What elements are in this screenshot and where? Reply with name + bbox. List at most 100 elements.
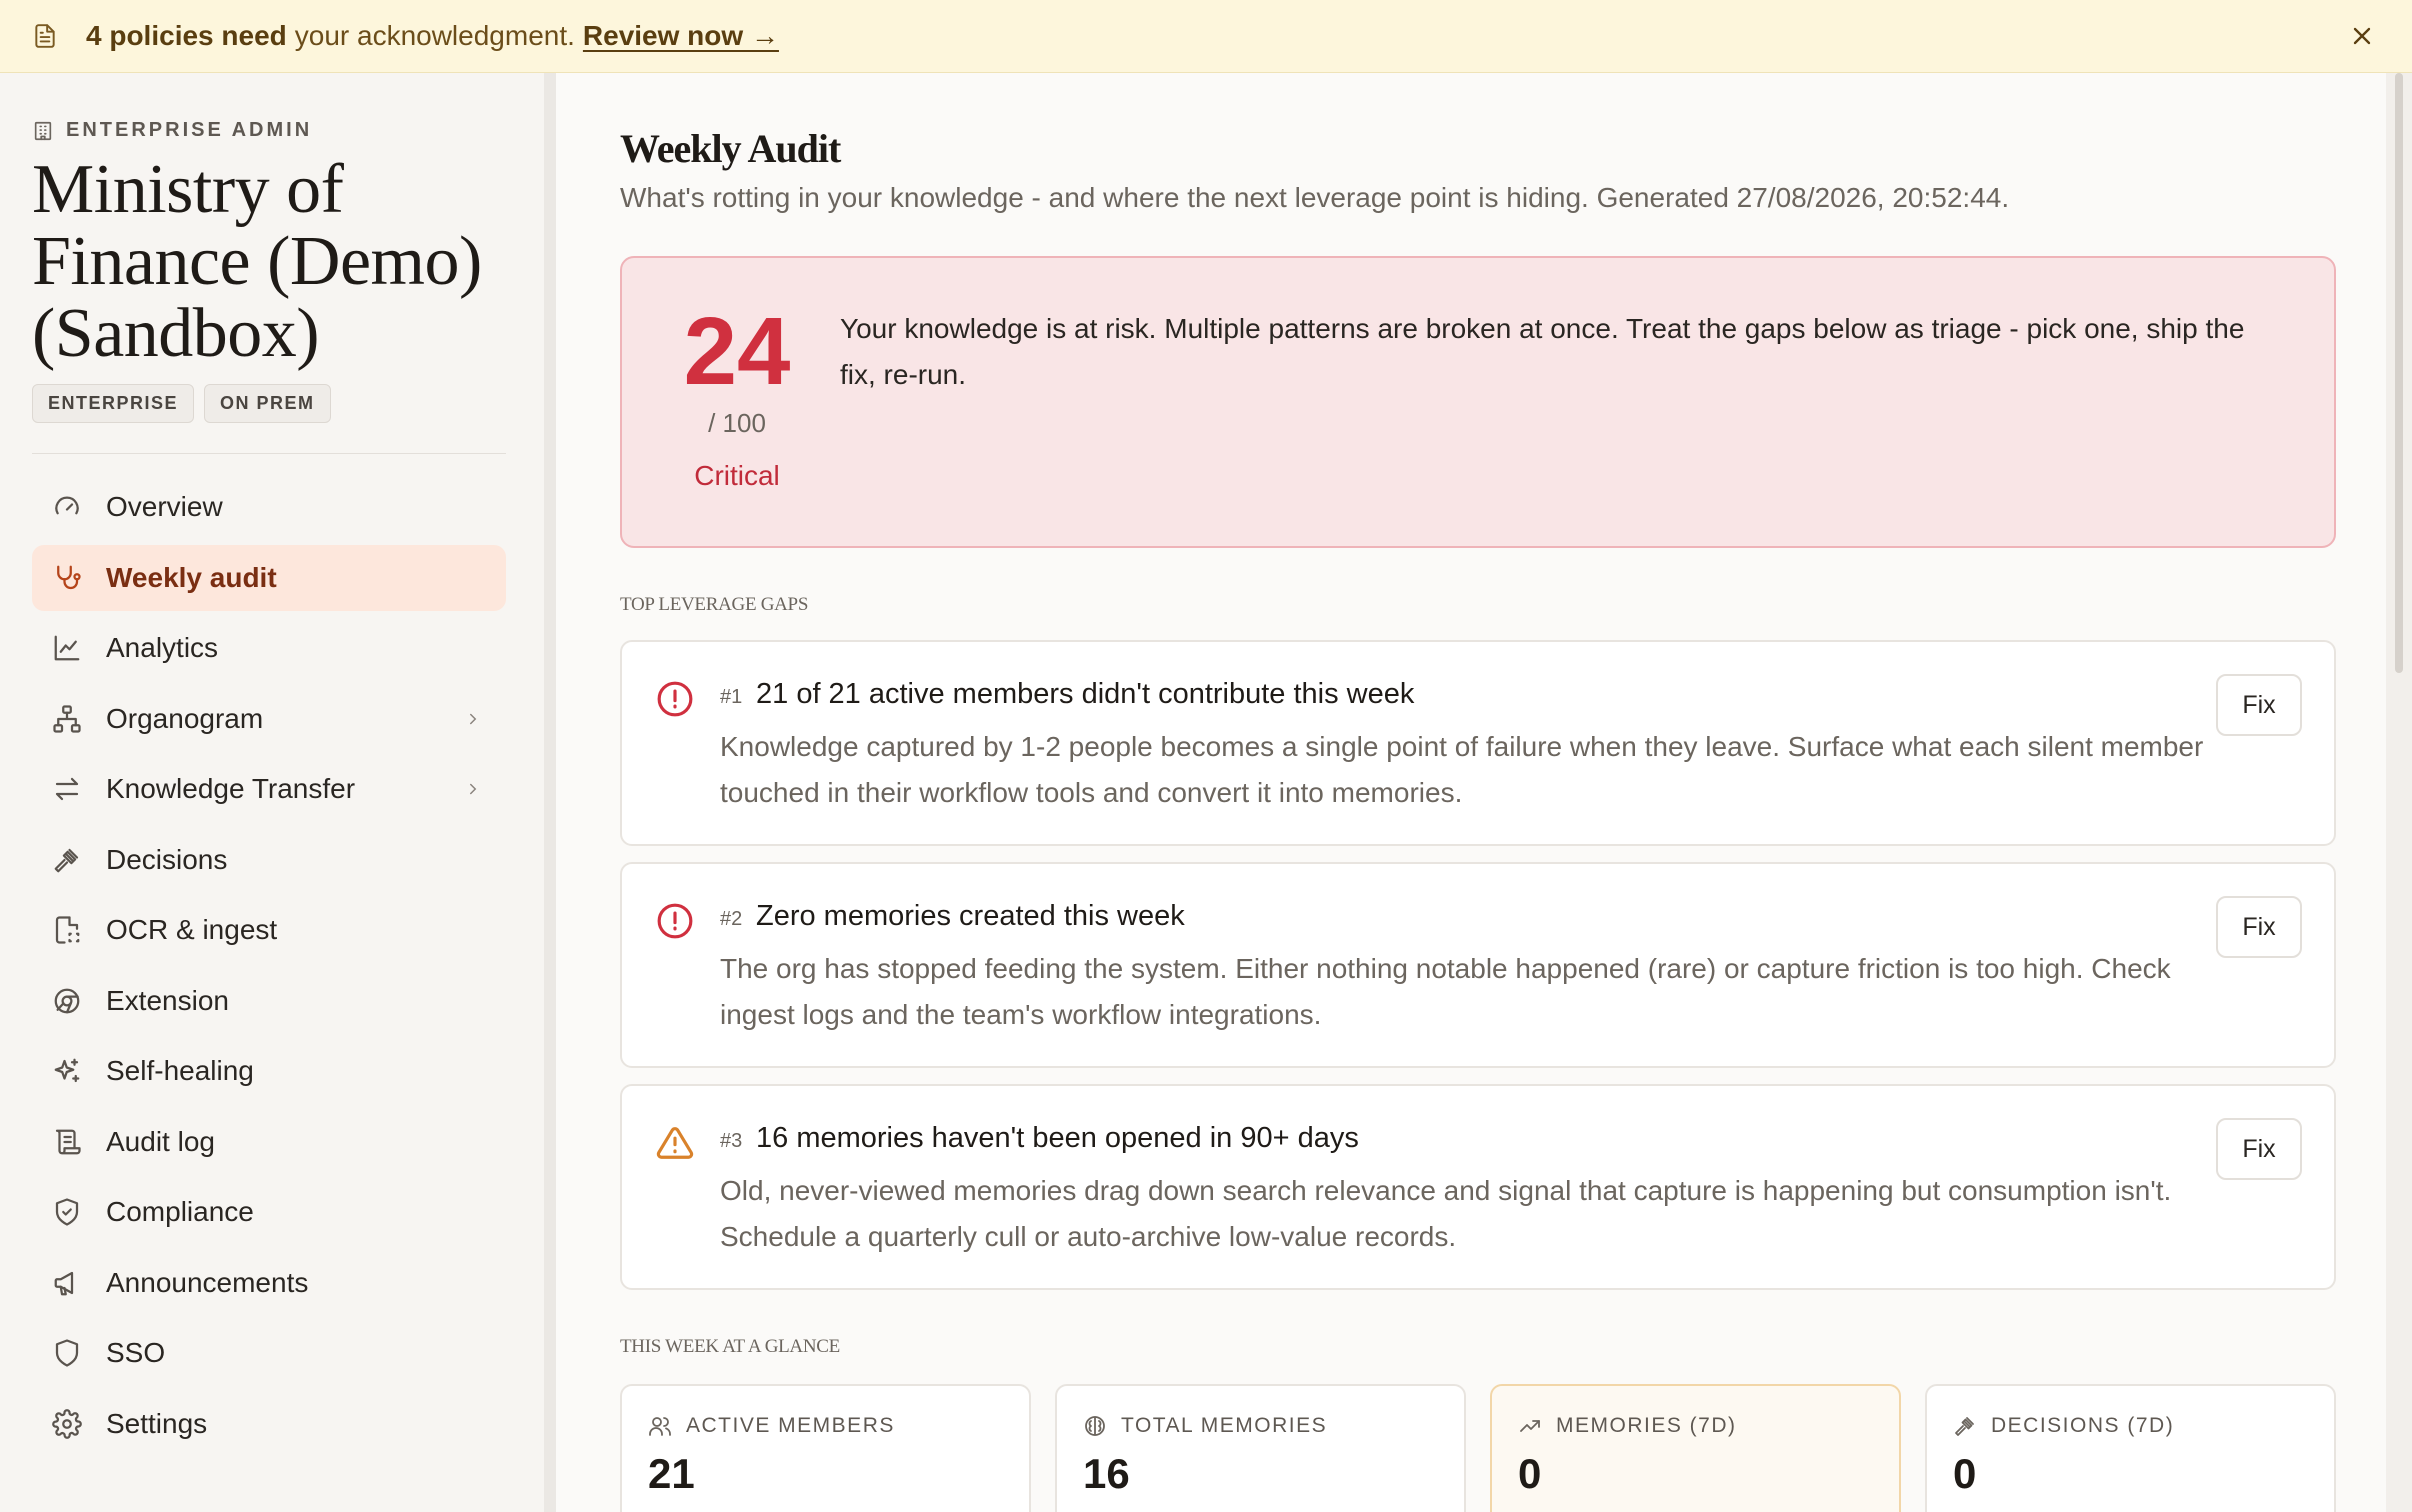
sidebar-item-label: Audit log [106, 1125, 215, 1157]
gauge-icon [55, 496, 79, 515]
sidebar-nav: Overview Weekly audit Analytics Organogr… [32, 474, 512, 1457]
gap-rank: #2 [720, 908, 743, 930]
stethoscope-icon [57, 565, 81, 589]
stat-value: 0 [1953, 1450, 1977, 1497]
alert-circle-icon [657, 903, 693, 939]
stat-label: ACTIVE MEMBERS [686, 1414, 895, 1437]
sidebar-item-label: Overview [106, 491, 223, 522]
stat-value: 21 [648, 1450, 695, 1497]
gap-body: Knowledge captured by 1-2 people becomes… [720, 731, 2204, 808]
stat-value: 16 [1083, 1450, 1130, 1497]
fix-button[interactable]: Fix [2216, 674, 2302, 736]
alert-triangle-icon [656, 1127, 694, 1159]
shield-check-icon [55, 1198, 79, 1226]
main-scrollbar[interactable] [2386, 73, 2412, 1512]
gap-title: Zero memories created this week [756, 900, 1185, 932]
sidebar-item-sso[interactable]: SSO [32, 1320, 506, 1386]
gap-title: 21 of 21 active members didn't contribut… [756, 678, 1415, 710]
review-now-link[interactable]: Review now → [583, 20, 779, 52]
org-name: Ministry of Finance (Demo) (Sandbox) [32, 151, 482, 372]
stat-card-memories-7d: MEMORIES (7D) 0 [1490, 1384, 1901, 1512]
gavel-icon [54, 848, 79, 872]
page-subtitle: What's rotting in your knowledge - and w… [620, 182, 2010, 213]
line-chart-icon [54, 635, 80, 661]
gap-rank: #1 [720, 686, 743, 708]
banner-bold-text: 4 policies need [86, 20, 287, 51]
gap-card: #2 Zero memories created this week The o… [620, 862, 2336, 1068]
gap-body: Old, never-viewed memories drag down sea… [720, 1175, 2172, 1252]
chip-enterprise: ENTERPRISE [32, 384, 195, 423]
sidebar-item-extension[interactable]: Extension [32, 968, 506, 1034]
sidebar-item-weekly-audit[interactable]: Weekly audit [32, 544, 506, 611]
score-max: / 100 [708, 408, 766, 438]
main-scrollbar-thumb[interactable] [2395, 73, 2403, 673]
health-score-card: 24 / 100 Critical Your knowledge is at r… [620, 256, 2336, 548]
sidebar-eyebrow: ENTERPRISE ADMIN [32, 119, 512, 142]
file-scan-icon [55, 916, 80, 944]
score-message: Your knowledge is at risk. Multiple patt… [840, 313, 2245, 390]
users-icon [649, 1417, 671, 1436]
sidebar-item-organogram[interactable]: Organogram [32, 686, 506, 752]
stat-card-active-members: ACTIVE MEMBERS 21 [620, 1384, 1031, 1512]
page-title: Weekly Audit [620, 126, 841, 171]
main-content: Weekly Audit What's rotting in your know… [556, 73, 2386, 1512]
building-icon [34, 121, 52, 140]
score-status: Critical [694, 460, 780, 491]
sidebar-item-label: OCR & ingest [106, 914, 278, 945]
stat-label: TOTAL MEMORIES [1121, 1414, 1328, 1437]
gavel-icon [1955, 1417, 1974, 1436]
sidebar-item-label: Compliance [106, 1196, 254, 1227]
sidebar-divider [32, 453, 506, 454]
sidebar-item-knowledge-transfer[interactable]: Knowledge Transfer [32, 756, 506, 822]
sidebar-item-decisions[interactable]: Decisions [32, 827, 506, 893]
banner-message: your acknowledgment. [294, 20, 575, 51]
gap-card: #3 16 memories haven't been opened in 90… [620, 1084, 2336, 1290]
sidebar-item-label: Announcements [106, 1266, 309, 1298]
stat-label: MEMORIES (7D) [1556, 1414, 1737, 1437]
sidebar-item-label: Self-healing [106, 1055, 254, 1086]
gaps-section-label: TOP LEVERAGE GAPS [620, 594, 809, 615]
close-icon[interactable] [2348, 22, 2376, 50]
gap-title: 16 memories haven't been opened in 90+ d… [756, 1122, 1359, 1154]
document-icon [32, 23, 58, 49]
chip-on-prem: ON PREM [204, 384, 331, 423]
policy-banner: 4 policies need your acknowledgment. Rev… [0, 0, 2412, 73]
brain-icon [1085, 1416, 1105, 1436]
sidebar-item-label: Settings [106, 1407, 208, 1439]
sidebar-item-compliance[interactable]: Compliance [32, 1179, 506, 1245]
sidebar-item-label: SSO [106, 1337, 166, 1368]
sidebar-item-ocr-ingest[interactable]: OCR & ingest [32, 897, 506, 963]
chrome-icon [54, 988, 80, 1013]
sidebar-item-audit-log[interactable]: Audit log [32, 1109, 506, 1175]
org-chips: ENTERPRISE ON PREM [32, 384, 512, 423]
sidebar-scrollbar[interactable] [544, 73, 556, 1512]
sidebar: ENTERPRISE ADMIN Ministry of Finance (De… [0, 73, 544, 1512]
fix-button[interactable]: Fix [2216, 896, 2302, 958]
sidebar-item-self-healing[interactable]: Self-healing [32, 1038, 506, 1104]
stat-card-total-memories: TOTAL MEMORIES 16 [1055, 1384, 1466, 1512]
glance-section-label: THIS WEEK AT A GLANCE [620, 1336, 840, 1357]
gap-body: The org has stopped feeding the system. … [720, 953, 2171, 1030]
org-chart-icon [53, 704, 81, 733]
sparkles-icon [54, 1058, 80, 1083]
sidebar-item-overview[interactable]: Overview [32, 474, 506, 540]
sidebar-item-announcements[interactable]: Announcements [32, 1250, 506, 1316]
gaps-list: #1 21 of 21 active members didn't contri… [620, 640, 2386, 1290]
trend-icon [1520, 1420, 1540, 1432]
eyebrow-label: ENTERPRISE ADMIN [66, 119, 313, 141]
score-value: 24 [683, 298, 791, 405]
sidebar-item-analytics[interactable]: Analytics [32, 615, 506, 681]
alert-circle-icon [657, 681, 693, 717]
chevron-right-icon [470, 713, 477, 724]
gear-icon [52, 1408, 82, 1439]
fix-button[interactable]: Fix [2216, 1118, 2302, 1180]
stat-card-decisions-7d: DECISIONS (7D) 0 [1925, 1384, 2336, 1512]
chevron-right-icon [470, 783, 477, 795]
sidebar-item-label: Knowledge Transfer [106, 773, 356, 804]
stats-row: ACTIVE MEMBERS 21 TOTAL MEMORIES 16 MEMO… [620, 1384, 2386, 1512]
sidebar-item-label: Weekly audit [106, 561, 277, 593]
sidebar-item-settings[interactable]: Settings [32, 1391, 506, 1457]
sidebar-item-label: Analytics [106, 632, 219, 663]
gap-card: #1 21 of 21 active members didn't contri… [620, 640, 2336, 846]
stat-label: DECISIONS (7D) [1991, 1414, 2175, 1437]
